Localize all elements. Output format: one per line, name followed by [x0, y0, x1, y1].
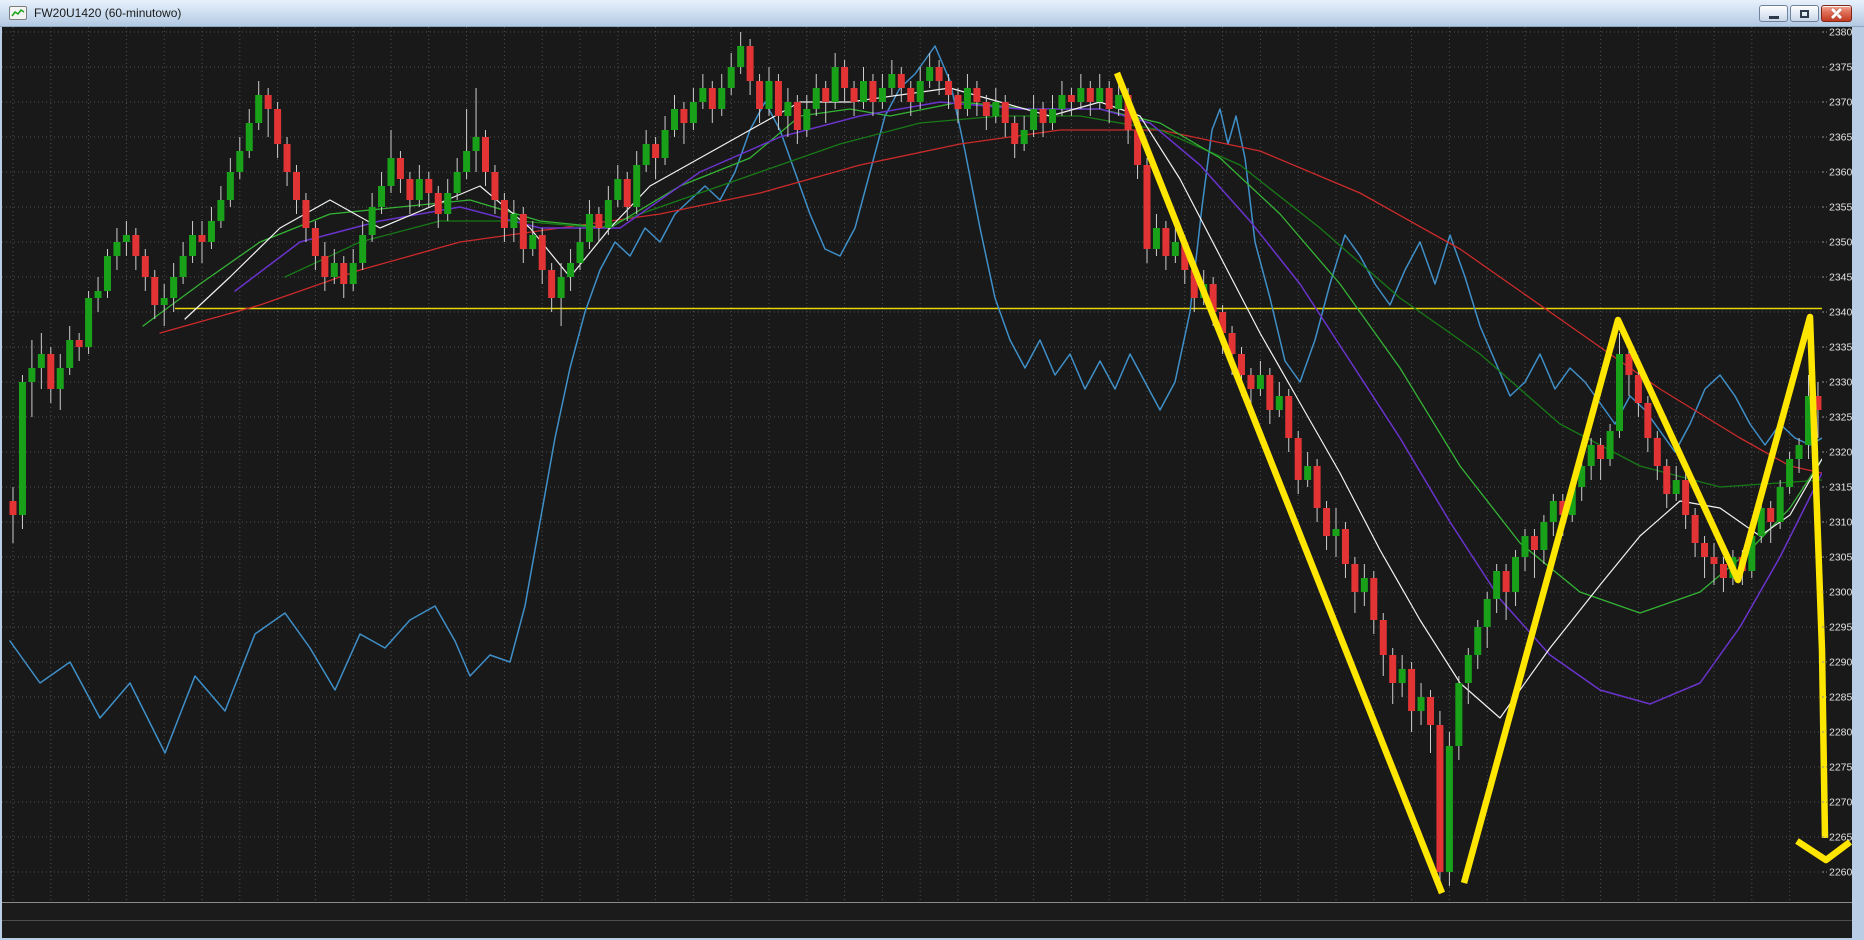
restore-button[interactable] — [1790, 5, 1819, 22]
price-axis-label: 2270 — [1829, 797, 1853, 809]
app-window: 2380 2375 2370 2365 2360 2355 2350 2345 2340 2335… — [0, 0, 1864, 940]
price-axis-label: 2340 — [1829, 307, 1853, 319]
price-axis-label: 2305 — [1829, 552, 1853, 564]
window-border-right[interactable] — [1852, 27, 1864, 938]
price-axis-label: 2355 — [1829, 202, 1853, 214]
price-axis-label: 2325 — [1829, 412, 1853, 424]
minimize-icon — [1768, 15, 1779, 19]
price-axis-label: 2345 — [1829, 272, 1853, 284]
price-axis-label: 2280 — [1829, 727, 1853, 739]
date-axis — [2, 920, 1852, 938]
window-title: FW20U1420 (60-minutowo) — [34, 6, 182, 20]
price-axis-label: 2375 — [1829, 62, 1853, 74]
price-axis-label: 2330 — [1829, 377, 1853, 389]
chart-window-icon — [9, 6, 27, 20]
titlebar[interactable]: FW20U1420 (60-minutowo) — [0, 0, 1864, 27]
restore-icon — [1800, 9, 1809, 18]
price-axis-label: 2260 — [1829, 867, 1853, 879]
time-axis — [2, 902, 1852, 920]
price-axis-label: 2275 — [1829, 762, 1853, 774]
close-button[interactable] — [1821, 5, 1852, 22]
price-axis-label: 2365 — [1829, 132, 1853, 144]
price-axis-label: 2285 — [1829, 692, 1853, 704]
price-axis-label: 2350 — [1829, 237, 1853, 249]
price-axis-label: 2315 — [1829, 482, 1853, 494]
price-axis-label: 2320 — [1829, 447, 1853, 459]
price-axis-label: 2370 — [1829, 97, 1853, 109]
price-axis-label: 2295 — [1829, 622, 1853, 634]
close-icon — [1830, 7, 1843, 20]
price-axis-label: 2360 — [1829, 167, 1853, 179]
window-controls — [1759, 5, 1852, 22]
chart-canvas[interactable]: 2380 2375 2370 2365 2360 2355 2350 2345 2340 2335… — [0, 0, 1864, 940]
price-axis-label: 2290 — [1829, 657, 1853, 669]
price-axis-label: 2310 — [1829, 517, 1853, 529]
price-axis-label: 2265 — [1829, 832, 1853, 844]
price-axis-label: 2380 — [1829, 27, 1853, 39]
window-border-left — [0, 27, 2, 938]
price-axis-label: 2335 — [1829, 342, 1853, 354]
minimize-button[interactable] — [1759, 5, 1788, 22]
price-axis-label: 2300 — [1829, 587, 1853, 599]
